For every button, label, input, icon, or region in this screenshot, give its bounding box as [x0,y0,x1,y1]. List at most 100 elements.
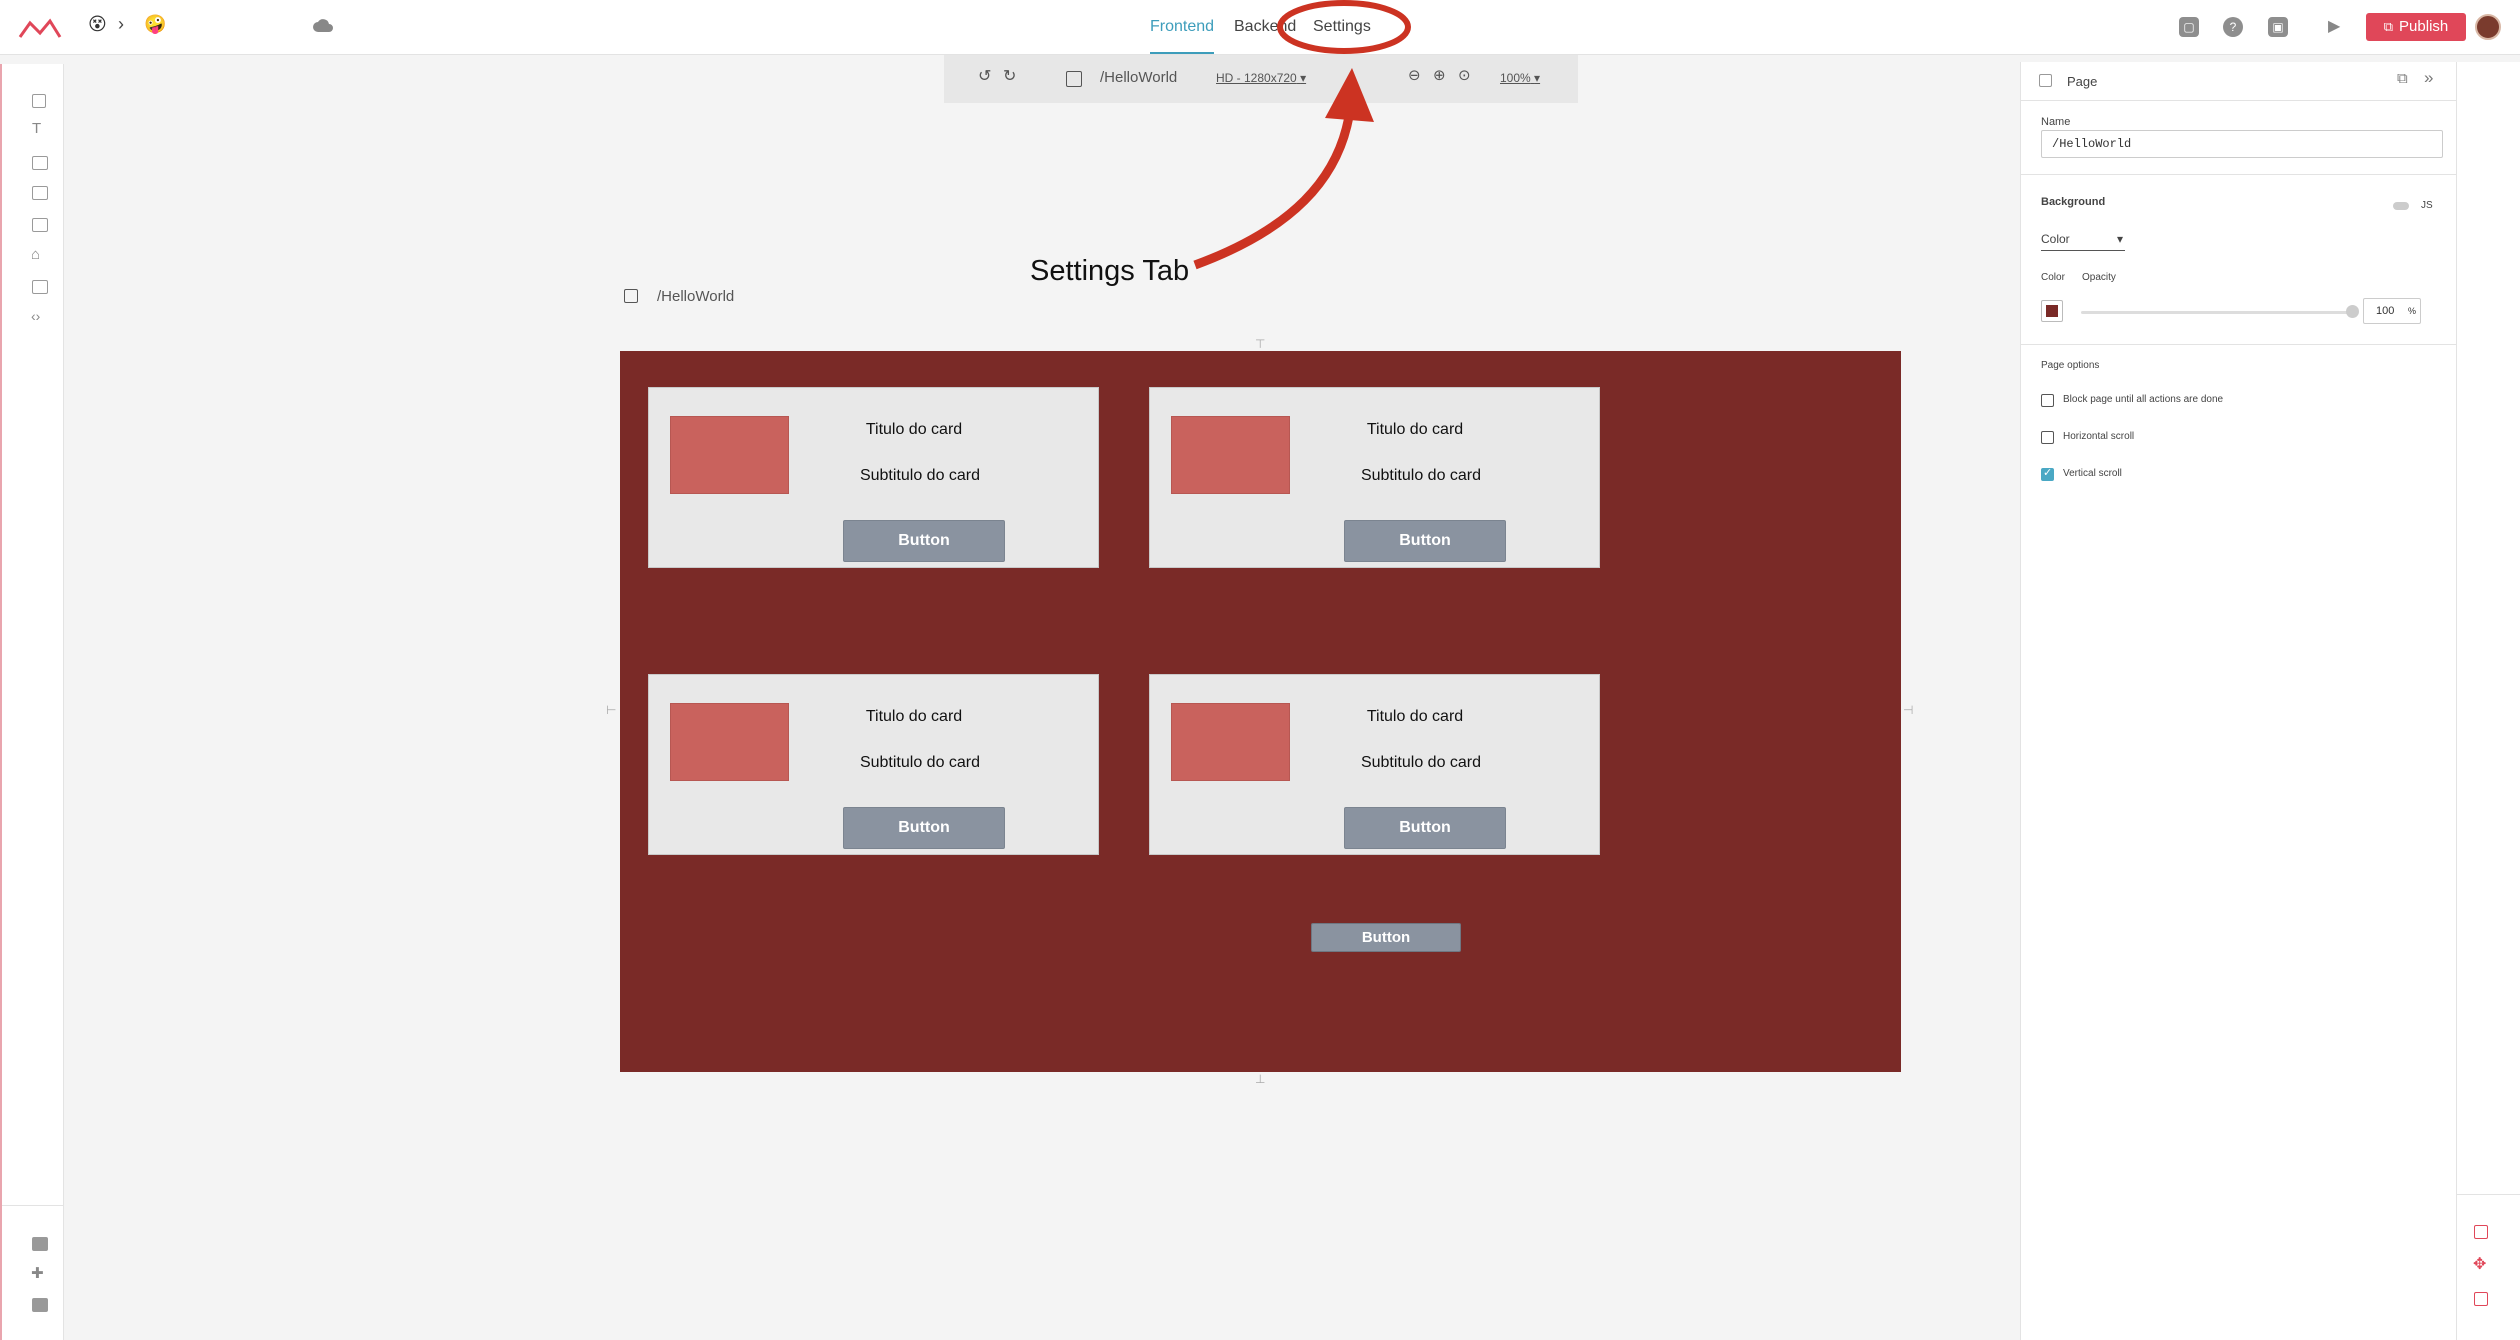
card-button[interactable]: Button [1344,807,1506,849]
crosshair-icon[interactable]: ✥ [2473,1254,2486,1274]
plugins-icon[interactable]: ✚ [31,1264,44,1282]
collapse-panel-icon[interactable]: » [2424,68,2433,88]
js-toggle[interactable] [2393,202,2409,210]
opacity-value: 100 [2376,305,2395,317]
card-button[interactable]: Button [1344,520,1506,562]
image-tool-icon[interactable] [32,218,48,232]
card-image [1171,703,1290,781]
card-title: Titulo do card [865,708,963,725]
right-tool-strip: ✥ [2456,62,2520,1340]
toolbar-page-path[interactable]: /HelloWorld [1100,69,1177,86]
play-icon[interactable]: ▶ [2328,16,2340,36]
card-button[interactable]: Button [843,520,1005,562]
page-canvas[interactable]: Titulo do card Subtitulo do card Button … [620,351,1901,1072]
divider [2021,100,2457,101]
zoom-in-icon[interactable]: ⊕ [1433,66,1446,84]
resolution-value: HD - 1280x720 [1216,71,1297,85]
name-field[interactable] [2041,130,2443,158]
page-button[interactable]: Button [1311,923,1461,952]
chevron-down-icon: ▾ [2116,232,2123,246]
zoom-fit-icon[interactable]: ⊙ [1458,66,1471,84]
card[interactable]: Titulo do card Subtitulo do card Button [1149,387,1600,568]
color-label: Color [2041,272,2065,283]
input-tool-icon[interactable] [32,186,48,200]
divider [2457,1194,2520,1195]
help-icon[interactable]: ? [2223,17,2243,37]
app-logo-icon[interactable] [18,17,62,39]
publish-button[interactable]: ⧉ Publish [2366,13,2466,41]
annotation-arrow-shaft [1193,109,1355,270]
block-page-label: Block page until all actions are done [2063,394,2224,405]
card[interactable]: Titulo do card Subtitulo do card Button [1149,674,1600,855]
tab-backend[interactable]: Backend [1234,0,1296,54]
tab-settings[interactable]: Settings [1313,0,1371,54]
color-swatch[interactable] [2041,300,2063,322]
properties-panel: Page ⧉ » Name Background JS Color ▾ Colo… [2020,62,2457,1340]
share-icon[interactable]: ▣ [2268,17,2288,37]
canvas-toolbar: ↺ ↻ /HelloWorld HD - 1280x720 ▾ ⊖ ⊕ ⊙ 10… [944,55,1578,103]
card-subtitle: Subtitulo do card [859,467,981,484]
divider [2021,344,2457,345]
code-tool-icon[interactable]: ‹› [31,308,40,324]
card[interactable]: Titulo do card Subtitulo do card Button [648,387,1099,568]
vertical-scroll-checkbox[interactable] [2041,466,2054,481]
preview-icon[interactable]: ▢ [2179,17,2199,37]
resize-handle-right[interactable]: ⊣ [1903,703,1913,717]
text-tool-icon[interactable]: T [32,120,41,137]
sidebar-divider [2,1205,64,1206]
card-button[interactable]: Button [843,807,1005,849]
background-type-select[interactable]: Color ▾ [2041,232,2125,251]
name-label: Name [2041,116,2071,128]
card-subtitle: Subtitulo do card [1360,467,1482,484]
undo-icon[interactable]: ↺ [978,66,991,86]
zoom-value: 100% [1500,71,1531,85]
card[interactable]: Titulo do card Subtitulo do card Button [648,674,1099,855]
resize-handle-bottom[interactable]: ⊥ [1255,1072,1265,1086]
avatar[interactable] [2475,14,2501,40]
card-image [670,416,789,494]
page-emoji-icon[interactable]: 🤪 [144,14,166,35]
components-tool-icon[interactable]: ⌂ [31,246,40,263]
card-title: Titulo do card [1366,708,1464,725]
resize-handle-left[interactable]: ⊢ [606,703,616,717]
page-options-label: Page options [2041,360,2100,371]
canvas-page-label[interactable]: /HelloWorld [657,288,734,305]
publish-label: Publish [2399,18,2449,35]
opacity-slider[interactable] [2081,311,2351,314]
js-label: JS [2421,200,2433,211]
resolution-select[interactable]: HD - 1280x720 ▾ [1216,71,1306,85]
chevron-down-icon: ▾ [1534,71,1541,85]
container-tool-icon[interactable] [32,94,46,108]
table-tool-icon[interactable] [32,280,48,294]
opacity-field[interactable]: 100 % [2363,298,2421,324]
card-subtitle: Subtitulo do card [859,754,981,771]
horizontal-scroll-checkbox[interactable] [2041,431,2054,444]
opacity-label: Opacity [2082,272,2116,283]
chevron-right-icon: › [118,14,124,34]
page-select-checkbox[interactable] [2039,74,2052,87]
cloud-saved-icon [313,19,333,32]
layers-icon[interactable] [32,1237,48,1251]
card-title: Titulo do card [1366,421,1464,438]
horizontal-scroll-label: Horizontal scroll [2063,431,2135,442]
button-tool-icon[interactable] [32,156,48,170]
console-icon[interactable] [2474,1292,2488,1306]
opacity-slider-handle[interactable] [2346,305,2359,318]
card-subtitle: Subtitulo do card [1360,754,1482,771]
page-layout-icon[interactable] [2474,1225,2488,1239]
zoom-out-icon[interactable]: ⊖ [1408,66,1421,84]
external-link-icon: ⧉ [2383,19,2394,34]
card-image [1171,416,1290,494]
tab-frontend[interactable]: Frontend [1150,0,1215,54]
annotation-label: Settings Tab [1030,255,1190,287]
block-page-checkbox[interactable] [2041,394,2054,407]
vertical-scroll-label: Vertical scroll [2063,468,2122,479]
database-icon[interactable] [32,1298,48,1312]
project-emoji-icon[interactable]: 😵 [88,14,107,35]
resize-handle-top[interactable]: ⊤ [1255,337,1265,351]
top-bar: 😵 › 🤪 Frontend Backend Settings ▢ ? ▣ ▶ … [0,0,2520,55]
redo-icon[interactable]: ↻ [1003,66,1016,86]
panel-header: Page [2067,74,2098,89]
copy-icon[interactable]: ⧉ [2397,70,2408,87]
zoom-select[interactable]: 100% ▾ [1500,71,1540,85]
